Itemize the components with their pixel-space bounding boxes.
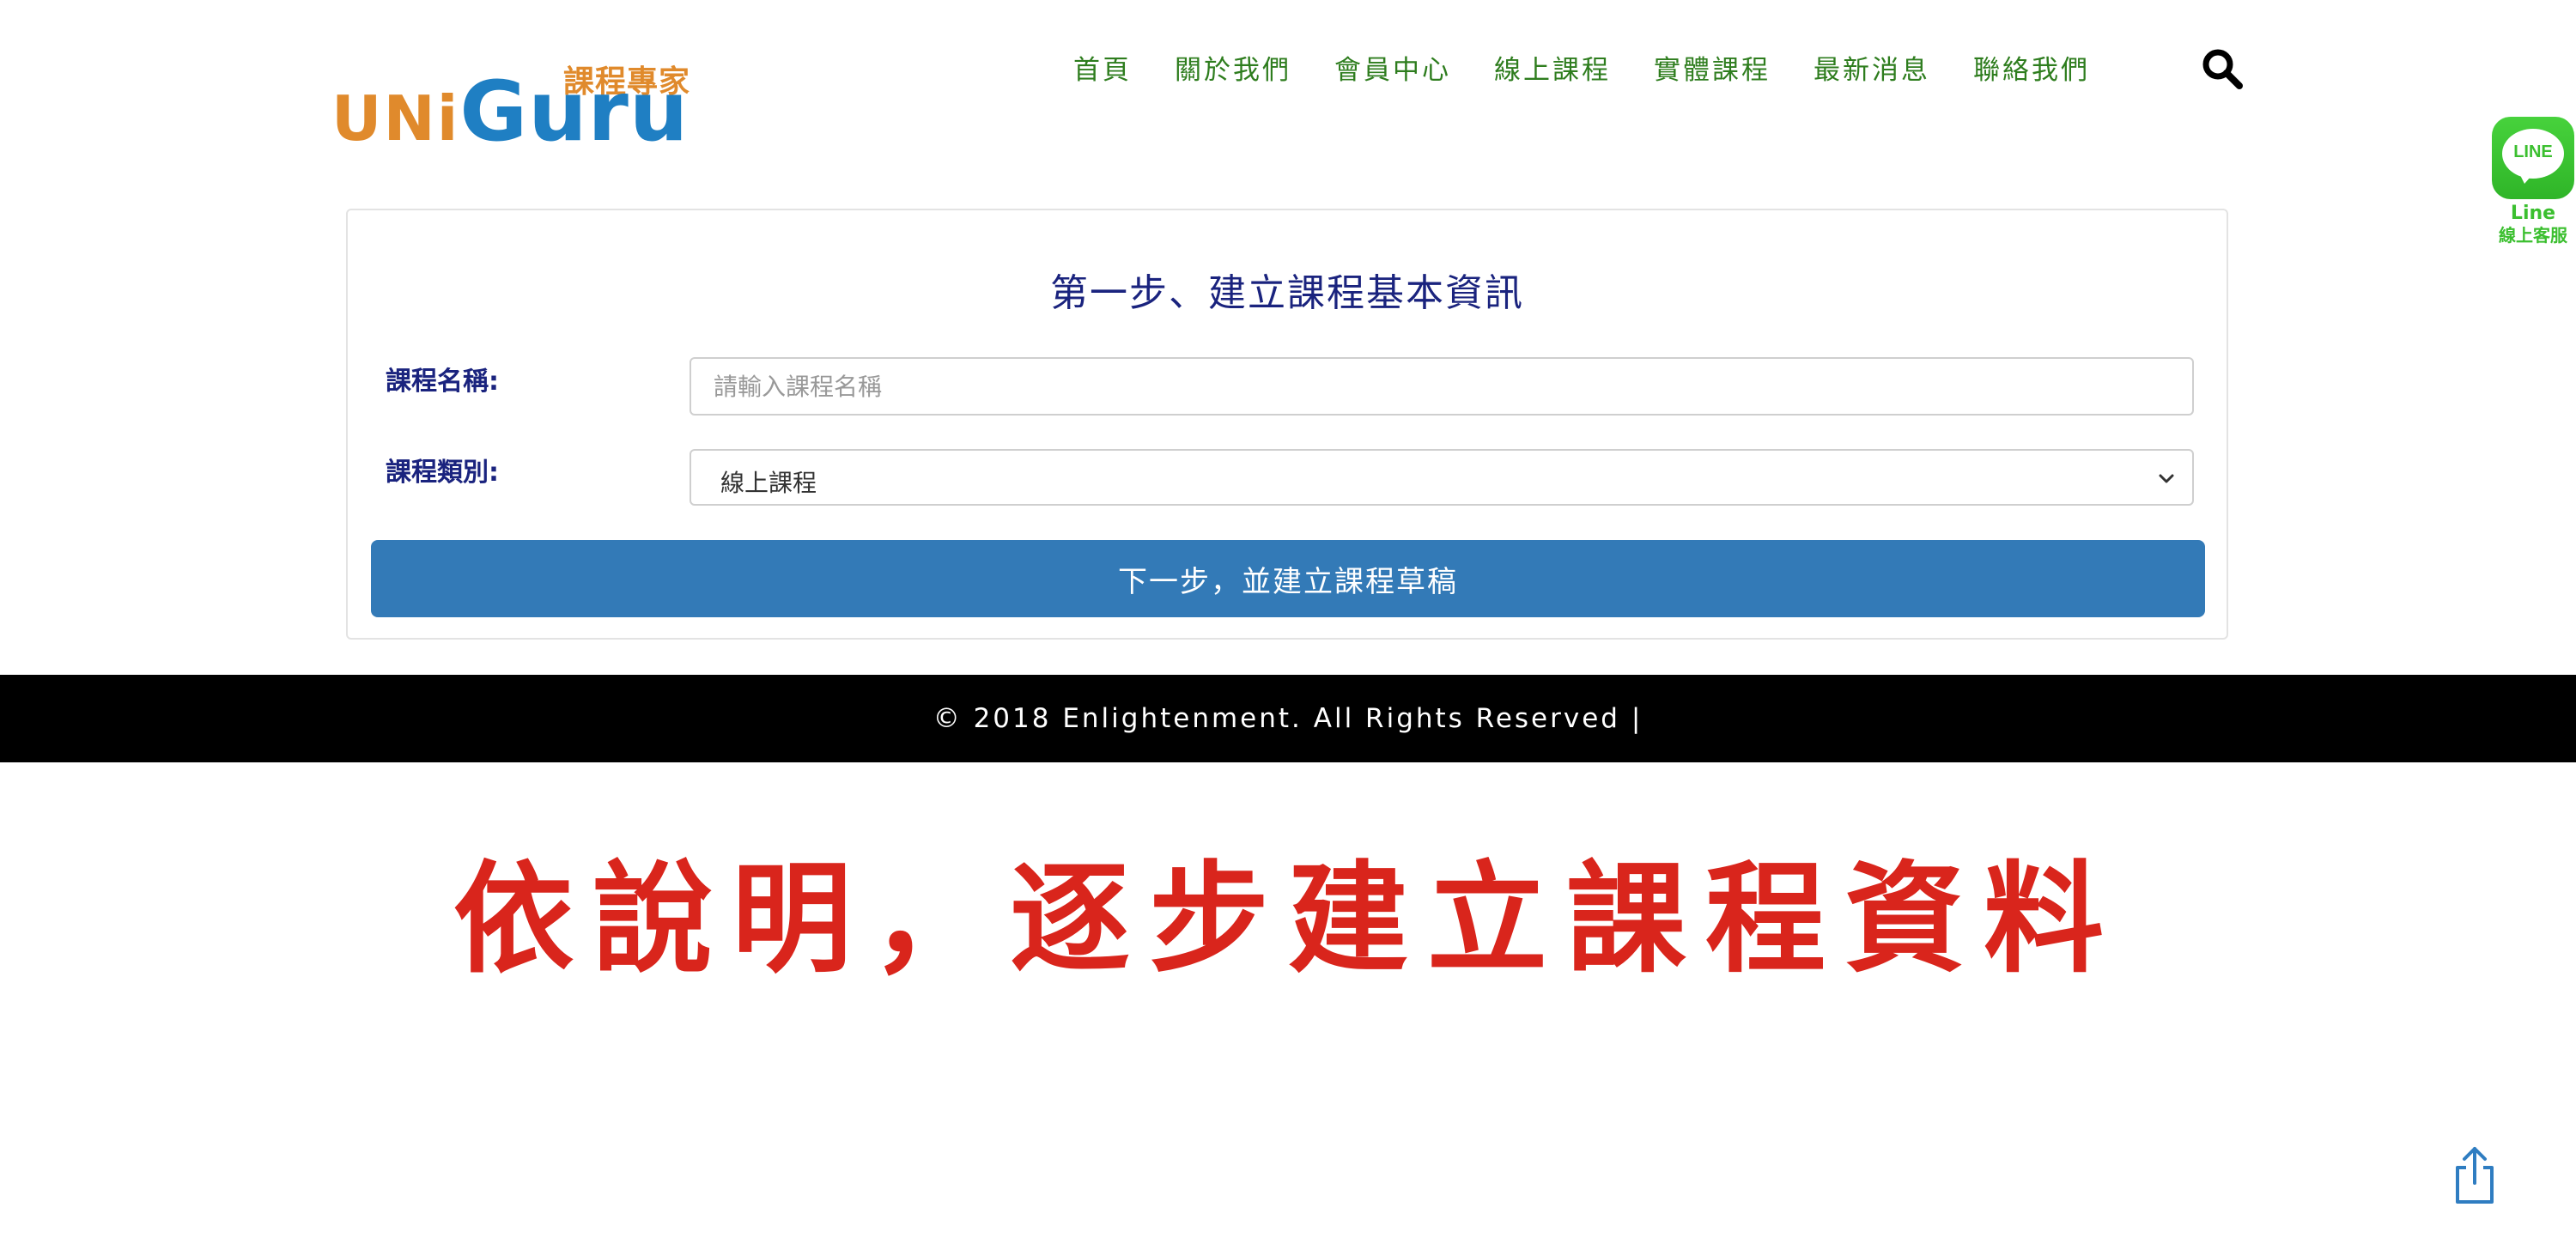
site-footer: © 2018 Enlightenment. All Rights Reserve… bbox=[0, 675, 2576, 762]
instruction-caption: 依說明，逐步建立課程資料 bbox=[453, 850, 2123, 990]
search-icon[interactable] bbox=[2200, 46, 2245, 91]
nav-item-about[interactable]: 關於我們 bbox=[1175, 48, 1291, 87]
course-form-panel: 第一步、建立課程基本資訊 課程名稱: 課程類別: 線上課程 下一步，並建立課程草… bbox=[346, 209, 2228, 640]
course-name-label: 課程名稱: bbox=[386, 367, 499, 397]
course-name-input[interactable] bbox=[690, 357, 2194, 416]
next-step-create-draft-button[interactable]: 下一步，並建立課程草稿 bbox=[371, 540, 2205, 617]
nav-item-news[interactable]: 最新消息 bbox=[1814, 48, 1930, 87]
line-caption-subtitle: 線上客服 bbox=[2499, 225, 2567, 246]
line-icon-text: LINE bbox=[2513, 143, 2553, 161]
logo-brand-part1: UNi bbox=[331, 82, 460, 155]
line-icon: LINE bbox=[2492, 117, 2574, 199]
chevron-down-icon bbox=[2156, 468, 2177, 488]
course-type-select[interactable]: 線上課程 bbox=[690, 449, 2194, 506]
course-type-label: 課程類別: bbox=[386, 458, 499, 488]
main-nav: 首頁 關於我們 會員中心 線上課程 實體課程 最新消息 聯絡我們 bbox=[1073, 48, 2133, 87]
logo-wordmark: UNiGuru bbox=[331, 70, 689, 153]
footer-copyright: © 2018 Enlightenment. All Rights Reserve… bbox=[933, 703, 1643, 734]
nav-item-member[interactable]: 會員中心 bbox=[1334, 48, 1451, 87]
line-support-widget[interactable]: LINE Line 線上客服 bbox=[2490, 117, 2576, 246]
site-logo[interactable]: 課程專家 UNiGuru bbox=[331, 57, 692, 153]
logo-brand-part2: Guru bbox=[459, 64, 690, 160]
nav-item-online-courses[interactable]: 線上課程 bbox=[1494, 48, 1611, 87]
nav-item-home[interactable]: 首頁 bbox=[1073, 48, 1132, 87]
course-type-selected-value: 線上課程 bbox=[720, 469, 817, 497]
nav-item-physical-courses[interactable]: 實體課程 bbox=[1654, 48, 1771, 87]
nav-item-contact[interactable]: 聯絡我們 bbox=[1973, 48, 2090, 87]
line-caption: Line bbox=[2510, 203, 2556, 224]
step-title: 第一步、建立課程基本資訊 bbox=[1050, 271, 1524, 315]
share-icon[interactable] bbox=[2451, 1145, 2499, 1205]
